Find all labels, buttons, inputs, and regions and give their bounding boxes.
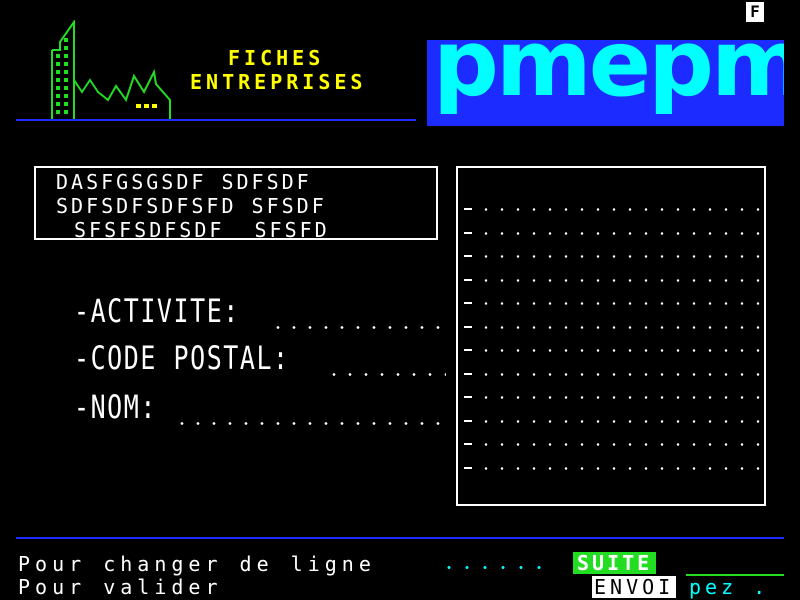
list-item[interactable] [464,302,760,314]
header-rule [16,119,416,121]
list-item-dash [464,396,472,398]
city-skyline-icon [51,20,171,121]
footer-line-1: Pour changer de ligne [18,552,376,576]
address-line-3: SFSFSDFSDF SFSFD [74,218,330,242]
address-line-2: SDFSDFSDFSFD SFSDF [56,194,327,218]
suite-key[interactable]: SUITE [573,552,657,574]
list-cursor [456,242,458,452]
minitel-screen: FICHES ENTREPRISES pmepmi F DASFGSGSDF S… [16,0,784,600]
footer-dots [440,566,550,569]
list-item-dash [464,372,472,375]
nom-label: -NOM: [74,388,157,426]
list-item-dots [478,208,760,211]
list-item-dash [464,231,472,234]
list-item-dash [464,419,472,422]
list-item-dash [464,466,472,469]
list-item-dash [464,208,472,210]
footer-line-2: Pour valider [18,575,223,599]
logo-text: pmepmi [433,10,784,117]
list-item[interactable] [464,396,760,408]
results-list [456,166,766,506]
list-item-dots [478,396,760,399]
list-item-dash [464,302,472,304]
code-postal-label: -CODE POSTAL: [74,339,290,377]
list-item-dash [464,325,472,328]
pez-text: pez . [689,575,770,599]
list-item-dots [478,302,760,305]
list-item[interactable] [464,349,760,361]
list-item-dots [478,419,760,423]
list-item[interactable] [464,372,760,385]
list-item[interactable] [464,419,760,432]
list-item[interactable] [464,466,760,479]
f-badge: F [746,2,764,22]
nom-input[interactable] [174,422,446,425]
list-item-dots [478,255,760,258]
list-item-dash [464,349,472,351]
address-box: DASFGSGSDF SDFSDF SDFSDFSDFSFD SFSDF SFS… [34,166,438,242]
list-item[interactable] [464,443,760,455]
list-item-dots [478,443,760,446]
list-item-dots [478,349,760,352]
list-item-dash [464,278,472,281]
code-postal-input[interactable] [326,373,446,376]
list-item[interactable] [464,325,760,338]
address-line-1: DASFGSGSDF SDFSDF [56,170,312,194]
list-item[interactable] [464,208,760,220]
list-item[interactable] [464,255,760,267]
list-item-dots [478,325,760,329]
list-item[interactable] [464,278,760,291]
list-item-dots [478,466,760,470]
list-item-dots [478,278,760,282]
title-line-1: FICHES [228,46,325,70]
list-item-dots [478,372,760,376]
activite-input[interactable] [270,326,446,329]
footer-rule [16,537,784,539]
list-item-dash [464,443,472,445]
list-item-dash [464,255,472,257]
list-item[interactable] [464,231,760,244]
pmepmi-logo: pmepmi [427,18,784,126]
envoi-key[interactable]: ENVOI [592,576,677,598]
activite-label: -ACTIVITE: [74,292,240,330]
title-line-2: ENTREPRISES [190,70,367,94]
list-item-dots [478,231,760,235]
